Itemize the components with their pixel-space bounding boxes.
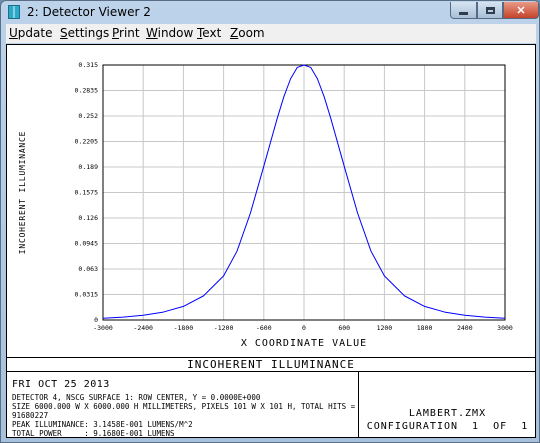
menu-zoom-label: oom bbox=[238, 26, 265, 40]
configuration-label: CONFIGURATION 1 OF 1 bbox=[366, 421, 529, 432]
menu-text-label: ext bbox=[202, 26, 222, 40]
window-title: 2: Detector Viewer 2 bbox=[27, 5, 151, 19]
title-bar[interactable]: 2: Detector Viewer 2 ✕ bbox=[1, 1, 540, 23]
x-tick-label: -1800 bbox=[174, 324, 194, 332]
file-name: LAMBERT.ZMX bbox=[408, 408, 487, 419]
x-tick-label: 1200 bbox=[377, 324, 393, 332]
plot-title: INCOHERENT ILLUMINANCE bbox=[7, 357, 535, 372]
x-tick-label: 600 bbox=[338, 324, 350, 332]
menu-settings-label: ettings bbox=[67, 26, 110, 40]
x-tick-label: 3000 bbox=[497, 324, 513, 332]
menu-window[interactable]: Window bbox=[146, 26, 193, 40]
illuminance-chart: -3000 -2400 -1800 -1200 -600 0 600 1200 1800 2400… bbox=[18, 61, 513, 349]
menu-settings[interactable]: Settings bbox=[60, 26, 109, 40]
close-icon: ✕ bbox=[516, 4, 526, 17]
y-tick-label: 0.2205 bbox=[75, 138, 99, 146]
menu-update[interactable]: Update bbox=[9, 26, 52, 40]
app-icon[interactable] bbox=[8, 5, 20, 19]
menu-print-label: rint bbox=[119, 26, 140, 40]
y-tick-label: 0.315 bbox=[78, 61, 98, 69]
x-tick-label: -2400 bbox=[133, 324, 153, 332]
x-tick-label: 2400 bbox=[457, 324, 473, 332]
maximize-button[interactable] bbox=[477, 2, 503, 19]
menu-bar: Update Settings Print Window Text Zoom bbox=[6, 24, 536, 43]
menu-zoom[interactable]: Zoom bbox=[230, 26, 265, 40]
detector-info: FRI OCT 25 2013 DETECTOR 4, NSCG SURFACE… bbox=[12, 379, 357, 438]
y-tick-label: 0.252 bbox=[78, 112, 98, 120]
file-info: LAMBERT.ZMX CONFIGURATION 1 OF 1 bbox=[358, 372, 535, 437]
menu-update-label: pdate bbox=[17, 26, 53, 40]
plot-date: FRI OCT 25 2013 bbox=[12, 379, 110, 390]
y-tick-label: 0.2835 bbox=[75, 87, 99, 95]
y-tick-label: 0.063 bbox=[78, 265, 98, 273]
x-tick-label: -3000 bbox=[93, 324, 113, 332]
peak-line: PEAK ILLUMINANCE: 3.1458E-001 LUMENS/M^2 bbox=[12, 420, 193, 429]
y-tick-label: 0 bbox=[94, 316, 98, 324]
close-button[interactable]: ✕ bbox=[503, 2, 539, 19]
x-tick-label: -1200 bbox=[214, 324, 234, 332]
x-tick-label: 0 bbox=[302, 324, 306, 332]
x-tick-label: -600 bbox=[256, 324, 272, 332]
plot-area: -3000 -2400 -1800 -1200 -600 0 600 1200 1800 2400… bbox=[6, 44, 536, 438]
menu-print[interactable]: Print bbox=[112, 26, 140, 40]
minimize-icon bbox=[459, 11, 468, 15]
y-tick-label: 0.0945 bbox=[75, 240, 99, 248]
detector-line: DETECTOR 4, NSCG SURFACE 1: ROW CENTER, … bbox=[12, 393, 261, 402]
x-axis-label: X COORDINATE VALUE bbox=[241, 338, 367, 349]
y-tick-label: 0.126 bbox=[78, 214, 98, 222]
size-line: SIZE 6000.000 W X 6000.000 H MILLIMETERS… bbox=[12, 402, 356, 420]
y-tick-label: 0.1575 bbox=[75, 189, 99, 197]
y-tick-label: 0.189 bbox=[78, 163, 98, 171]
menu-update-mnemonic: U bbox=[9, 26, 18, 40]
menu-zoom-mnemonic: Z bbox=[230, 26, 239, 40]
menu-settings-mnemonic: S bbox=[60, 26, 68, 40]
maximize-icon bbox=[485, 6, 495, 14]
menu-text[interactable]: Text bbox=[197, 26, 221, 40]
detector-viewer-window: 2: Detector Viewer 2 ✕ Update Settings P… bbox=[0, 0, 540, 443]
menu-window-mnemonic: W bbox=[146, 26, 158, 40]
menu-window-label: indow bbox=[157, 26, 194, 40]
power-line: TOTAL POWER : 9.1680E-001 LUMENS bbox=[12, 429, 175, 438]
menu-print-mnemonic: P bbox=[112, 26, 120, 40]
minimize-button[interactable] bbox=[450, 2, 477, 19]
y-axis-label: INCOHERENT ILLUMINANCE bbox=[18, 131, 27, 255]
y-tick-label: 0.0315 bbox=[75, 291, 99, 299]
x-tick-label: 1800 bbox=[417, 324, 433, 332]
